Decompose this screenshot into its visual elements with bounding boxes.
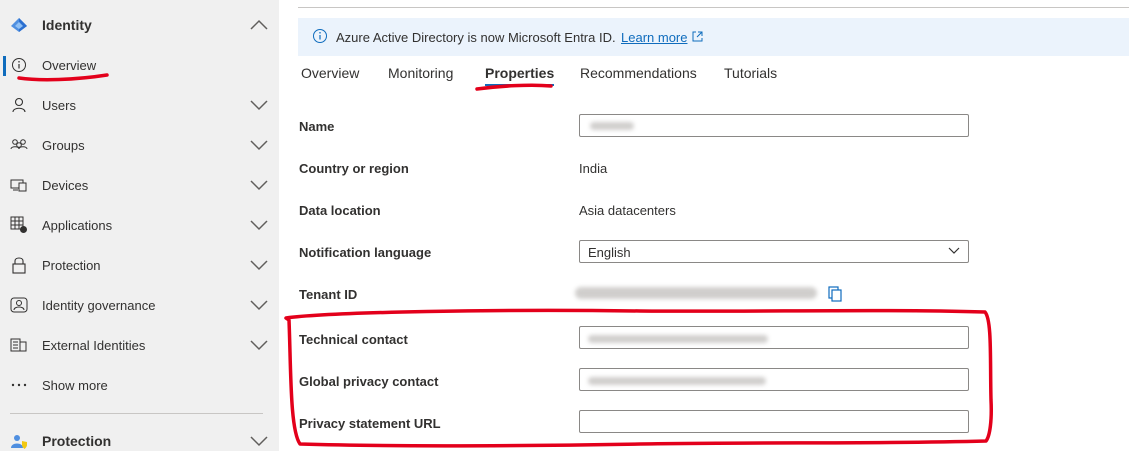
learn-more-link[interactable]: Learn more	[621, 30, 687, 45]
banner-message: Azure Active Directory is now Microsoft …	[336, 30, 616, 45]
sidebar-divider	[10, 413, 263, 414]
technical-contact-label: Technical contact	[299, 332, 408, 347]
technical-contact-field[interactable]	[579, 326, 969, 349]
sidebar-item-groups[interactable]: Groups	[0, 125, 279, 165]
people-icon	[10, 136, 28, 154]
sidebar-header-label: Identity	[42, 17, 92, 33]
chevron-down-icon[interactable]	[249, 339, 269, 351]
chevron-up-icon[interactable]	[249, 19, 269, 31]
country-value: India	[579, 161, 608, 176]
chevron-down-icon[interactable]	[249, 259, 269, 271]
devices-icon	[10, 176, 28, 194]
data-location-label: Data location	[299, 203, 381, 218]
sidebar-item-label: Protection	[42, 257, 101, 273]
redacted-tenant-id	[575, 287, 817, 299]
sidebar-item-label: Show more	[42, 377, 108, 393]
tab-monitoring[interactable]: Monitoring	[388, 65, 453, 81]
name-field[interactable]	[579, 114, 969, 137]
chevron-down-icon[interactable]	[249, 435, 269, 447]
apps-icon	[10, 216, 28, 234]
protection-person-icon	[10, 432, 28, 450]
sidebar-item-devices[interactable]: Devices	[0, 165, 279, 205]
ellipsis-icon	[10, 376, 28, 394]
data-location-value: Asia datacenters	[579, 203, 676, 218]
tenant-id-label: Tenant ID	[299, 287, 358, 302]
sidebar-item-overview[interactable]: Overview	[0, 45, 279, 85]
notification-language-value: English	[588, 245, 631, 260]
global-privacy-contact-label: Global privacy contact	[299, 374, 439, 389]
country-label: Country or region	[299, 161, 409, 176]
info-icon	[313, 29, 327, 43]
sidebar-item-external-identities[interactable]: External Identities	[0, 325, 279, 365]
sidebar: Identity Overview Users Groups Devices A	[0, 0, 279, 451]
sidebar-item-identity-governance[interactable]: Identity governance	[0, 285, 279, 325]
sidebar-item-applications[interactable]: Applications	[0, 205, 279, 245]
chevron-down-icon[interactable]	[249, 299, 269, 311]
chevron-down-icon	[948, 247, 960, 254]
sidebar-item-label: External Identities	[42, 337, 146, 353]
chevron-down-icon[interactable]	[249, 139, 269, 151]
copy-icon[interactable]	[827, 286, 843, 302]
entra-diamond-icon	[10, 16, 28, 34]
sidebar-section-protection[interactable]: Protection	[0, 421, 279, 451]
sidebar-item-users[interactable]: Users	[0, 85, 279, 125]
sidebar-item-label: Users	[42, 97, 76, 113]
sidebar-section-label: Protection	[42, 433, 112, 449]
sidebar-item-label: Overview	[42, 57, 97, 73]
external-identities-icon	[10, 336, 28, 354]
lock-icon	[10, 256, 28, 274]
chevron-down-icon[interactable]	[249, 179, 269, 191]
redacted-value	[590, 122, 634, 130]
sidebar-item-label: Applications	[42, 217, 113, 233]
notification-language-label: Notification language	[299, 245, 432, 260]
sidebar-item-label: Devices	[42, 177, 89, 193]
sidebar-item-show-more[interactable]: Show more	[0, 365, 279, 405]
privacy-statement-url-label: Privacy statement URL	[299, 416, 441, 431]
name-label: Name	[299, 119, 335, 134]
external-link-icon[interactable]	[692, 31, 703, 42]
privacy-statement-url-field[interactable]	[579, 410, 969, 433]
tab-properties[interactable]: Properties	[485, 65, 555, 86]
sidebar-item-protection[interactable]: Protection	[0, 245, 279, 285]
redacted-value	[588, 377, 766, 385]
tab-recommendations[interactable]: Recommendations	[580, 65, 697, 81]
chevron-down-icon[interactable]	[249, 99, 269, 111]
governance-icon	[10, 296, 28, 314]
info-banner: Azure Active Directory is now Microsoft …	[298, 18, 1129, 56]
sidebar-item-label: Groups	[42, 137, 85, 153]
header-divider	[298, 7, 1129, 8]
redacted-value	[588, 335, 768, 343]
person-icon	[10, 96, 28, 114]
chevron-down-icon[interactable]	[249, 219, 269, 231]
tab-tutorials[interactable]: Tutorials	[724, 65, 777, 81]
sidebar-header-identity[interactable]: Identity	[0, 5, 279, 45]
notification-language-select[interactable]: English	[579, 240, 969, 263]
sidebar-item-label: Identity governance	[42, 297, 156, 313]
tab-overview[interactable]: Overview	[301, 65, 359, 81]
info-icon	[10, 56, 28, 74]
global-privacy-contact-field[interactable]	[579, 368, 969, 391]
